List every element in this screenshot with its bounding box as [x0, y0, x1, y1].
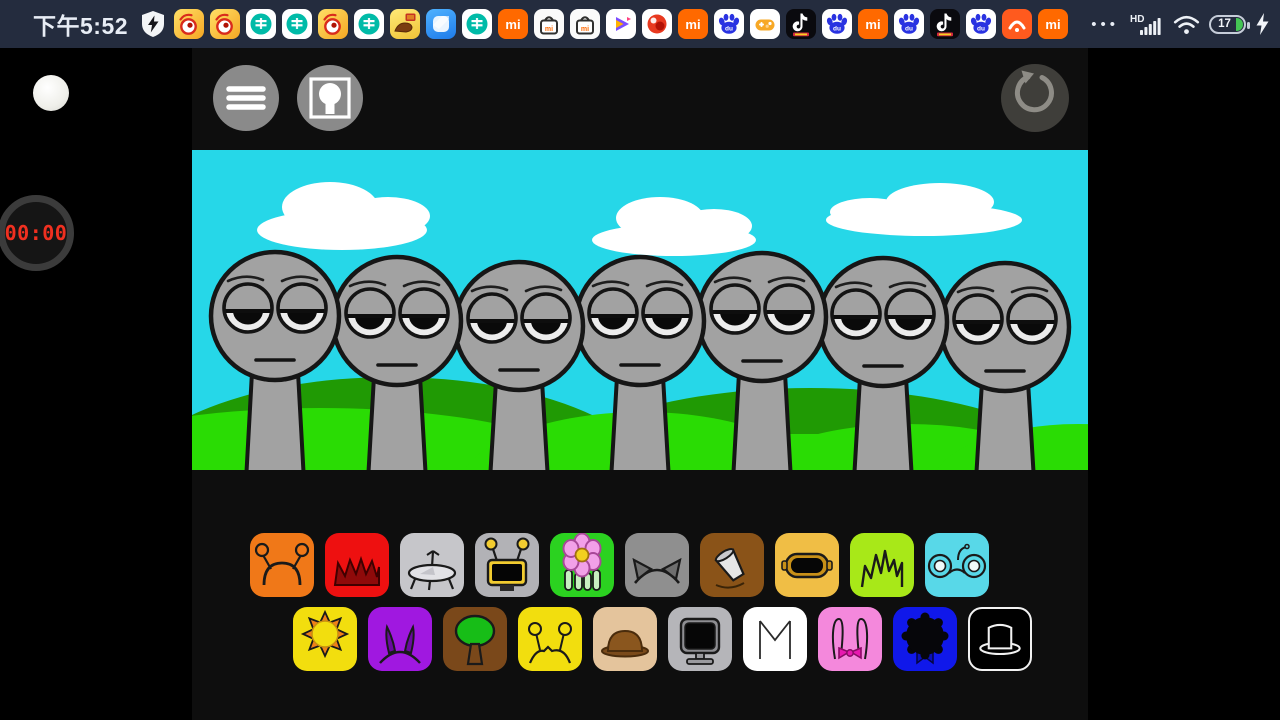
sound-icon-visor[interactable]	[775, 533, 839, 597]
svg-text:mi: mi	[545, 26, 553, 33]
app-icon-bluenote	[426, 9, 457, 39]
app-icon-mibag: mi	[570, 9, 601, 39]
character-gallery-button[interactable]	[297, 65, 363, 131]
app-icon-mi: mi	[678, 9, 709, 39]
notification-icons: mi mi mi mi du du mi du du mi	[138, 0, 1083, 48]
more-notifications-icon: •••	[1091, 15, 1119, 33]
sound-icon-top-hat[interactable]	[968, 607, 1032, 671]
app-icon-weibo	[210, 9, 241, 39]
app-icon-baidu: du	[714, 9, 745, 39]
charging-bolt-icon	[1256, 13, 1269, 35]
screen-record-dot[interactable]	[33, 75, 69, 111]
app-icon-meituan	[462, 9, 493, 39]
app-icon-mi: mi	[1038, 9, 1069, 39]
svg-text:du: du	[725, 26, 733, 33]
signal-strength-icon: HD	[1130, 14, 1161, 35]
app-icon-mi: mi	[858, 9, 889, 39]
svg-text:mi: mi	[865, 17, 880, 32]
sound-row-1	[250, 533, 989, 597]
svg-text:mi: mi	[581, 26, 589, 33]
clock: 下午5:52	[33, 13, 129, 39]
svg-text:du: du	[977, 26, 985, 33]
sound-icon-antenna-tv[interactable]	[475, 533, 539, 597]
sound-icon-bear-ears[interactable]	[925, 533, 989, 597]
stage	[192, 150, 1088, 470]
app-icon-fist	[390, 9, 421, 39]
app-icon-mibag: mi	[534, 9, 565, 39]
svg-text:mi: mi	[1045, 17, 1060, 32]
app-icon-shield	[138, 9, 168, 39]
restart-button[interactable]	[1001, 64, 1069, 132]
app-icon-game	[750, 9, 781, 39]
game-app-area	[192, 48, 1088, 720]
battery-percent: 17	[1218, 18, 1231, 30]
app-icon-redapp	[642, 9, 673, 39]
sound-icon-flower[interactable]	[550, 533, 614, 597]
recording-timer[interactable]: 00:00	[0, 195, 74, 271]
app-icon-baidu: du	[822, 9, 853, 39]
svg-text:du: du	[905, 26, 913, 33]
sound-icon-spiky-grass[interactable]	[850, 533, 914, 597]
sound-icon-tree[interactable]	[443, 607, 507, 671]
sound-icon-bucket[interactable]	[700, 533, 764, 597]
svg-text:mi: mi	[685, 17, 700, 32]
hamburger-icon	[226, 86, 266, 110]
app-icon-weibo	[318, 9, 349, 39]
sound-icon-sun[interactable]	[293, 607, 357, 671]
sound-icon-antenna-bulbs[interactable]	[518, 607, 582, 671]
app-icon-baidu: du	[966, 9, 997, 39]
svg-text:mi: mi	[505, 17, 520, 32]
sound-icon-spike-crown[interactable]	[325, 533, 389, 597]
app-icon-mivideo	[606, 9, 637, 39]
app-icon-douyin	[930, 9, 961, 39]
app-icon-douyin	[786, 9, 817, 39]
screen: 下午5:52 mi mi mi mi du du mi du du mi ••• HD	[0, 0, 1280, 720]
app-icon-weibo	[174, 9, 205, 39]
sound-icon-monitor[interactable]	[668, 607, 732, 671]
restart-arrow-icon	[1014, 70, 1054, 113]
sound-icon-cat-ears[interactable]	[625, 533, 689, 597]
sound-icon-bowler-hat[interactable]	[593, 607, 657, 671]
timer-value: 00:00	[4, 221, 68, 245]
sound-icon-collar[interactable]	[743, 607, 807, 671]
app-icon-mi: mi	[498, 9, 529, 39]
status-indicators: ••• HD 17	[1091, 12, 1270, 36]
sound-icon-saucer-sprout[interactable]	[400, 533, 464, 597]
sound-icon-horns[interactable]	[368, 607, 432, 671]
battery-cap	[1247, 21, 1250, 29]
app-icon-orangeapp	[1002, 9, 1033, 39]
svg-text:du: du	[833, 26, 841, 33]
sound-row-2	[293, 607, 1032, 671]
svg-text:HD: HD	[1130, 14, 1144, 25]
app-icon-meituan	[246, 9, 277, 39]
sound-icon-bunny-bow[interactable]	[818, 607, 882, 671]
character-frame-icon	[309, 77, 351, 119]
sound-icon-rosette[interactable]	[893, 607, 957, 671]
battery-indicator: 17	[1209, 14, 1250, 34]
app-icon-baidu: du	[894, 9, 925, 39]
status-bar: 下午5:52 mi mi mi mi du du mi du du mi ••• HD	[0, 0, 1280, 48]
app-icon-meituan	[282, 9, 313, 39]
wifi-icon	[1173, 15, 1200, 34]
app-icon-meituan	[354, 9, 385, 39]
sound-icon-crab-antennae[interactable]	[250, 533, 314, 597]
menu-button[interactable]	[213, 65, 279, 131]
